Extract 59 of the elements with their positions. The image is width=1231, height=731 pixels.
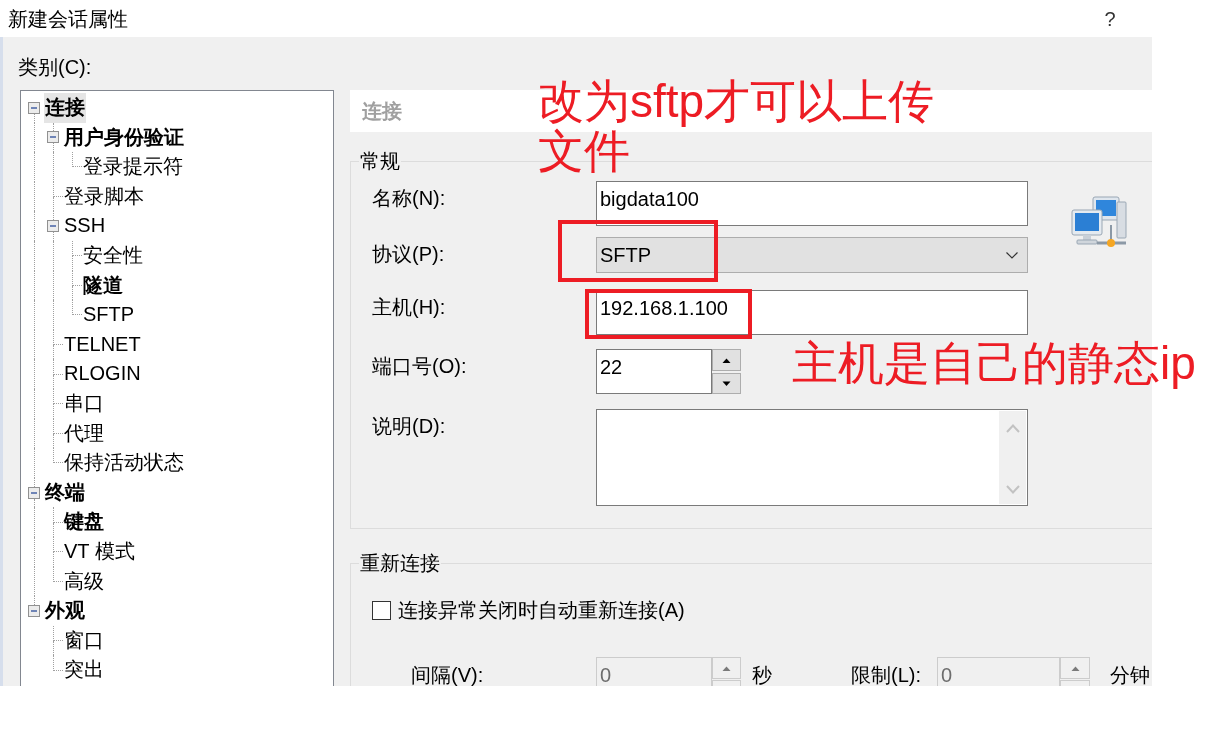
spin-down-button[interactable] [712,373,741,394]
annotation-note: 改为sftp才可以上传文件 [538,76,936,176]
tree-item[interactable]: VT 模式 [63,536,136,567]
spin-up-button[interactable] [712,349,741,371]
minus-box-icon[interactable] [47,220,59,233]
tree-item[interactable]: SSH [63,211,107,241]
tree-item[interactable]: 键盘 [63,507,105,537]
tree-item[interactable]: 连接 [44,93,86,123]
text-field[interactable]: 192.168.1.100 [596,290,1028,335]
tree-item[interactable]: 窗口 [63,625,105,656]
field-label: 限制(L): [851,664,921,686]
tree-item[interactable]: 突出 [63,655,105,685]
field-label: 主机(H): [372,296,446,318]
tree-item[interactable]: 高级 [63,566,105,597]
chevron-down-icon [1005,485,1020,494]
checkbox[interactable] [372,600,391,620]
field-label: 协议(P): [372,243,445,265]
dropdown[interactable]: SFTP [596,237,1028,273]
text-field[interactable]: bigdata100 [596,181,1028,226]
help-button[interactable]: ? [1100,5,1120,32]
tree-item[interactable]: SFTP [82,300,136,330]
minus-box-icon[interactable] [47,131,59,144]
tree-item[interactable]: 登录提示符 [82,152,184,182]
unit-label: 分钟 [1110,664,1150,686]
unit-label: 秒 [752,664,772,686]
tree-item[interactable]: 安全性 [82,240,144,271]
field-label: 说明(D): [372,415,446,437]
up-triangle-icon [722,357,731,363]
chevron-down-icon [1006,251,1018,259]
group-title: 重新连接 [359,551,441,575]
up-triangle-icon [1070,665,1080,671]
section-title: 连接 [362,99,402,123]
tree-item[interactable]: TELNET [63,329,142,360]
tree-item[interactable]: 用户身份验证 [63,122,185,153]
annotation-note: 主机是自己的静态ip [792,338,1196,388]
spinner-field[interactable]: 22 [596,349,712,394]
window-title: 新建会话属性 [8,6,128,31]
tree-item[interactable]: 串口 [63,388,105,419]
down-triangle-icon [722,381,731,386]
field-label: 端口号(O): [372,355,467,377]
field-label: 间隔(V): [411,664,484,686]
checkbox-label[interactable]: 连接异常关闭时自动重新连接(A) [398,598,685,622]
tree-item[interactable]: 保持活动状态 [63,448,185,478]
tree-item[interactable]: 外观 [44,596,86,626]
minus-box-icon[interactable] [28,101,40,114]
minus-box-icon[interactable] [28,486,40,499]
up-triangle-icon [722,665,731,671]
tree-item[interactable]: 代理 [63,418,105,449]
tree-item[interactable]: 隧道 [82,270,124,301]
tree-item[interactable]: RLOGIN [63,359,142,389]
tree-item[interactable]: 终端 [44,477,86,508]
category-label: 类别(C): [18,55,92,79]
field-label: 名称(N): [372,187,446,209]
group-title: 常规 [359,149,401,173]
chevron-up-icon [1005,424,1020,433]
tree-item[interactable]: 登录脚本 [63,181,145,212]
text-area[interactable] [596,409,1028,506]
minus-box-icon[interactable] [28,604,40,617]
scrollbar[interactable] [999,411,1026,504]
